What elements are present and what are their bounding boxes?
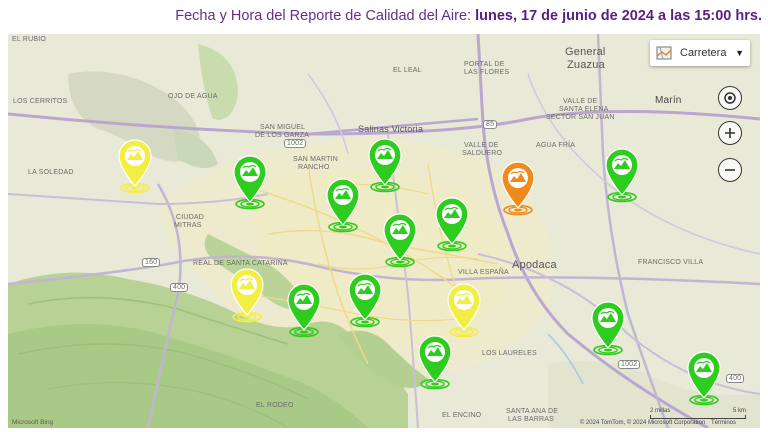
road-shield: 160 [142, 258, 161, 267]
place-label: VALLE DE [563, 98, 598, 105]
place-label: General [565, 46, 606, 58]
place-label: SAN MIGUEL [260, 124, 306, 131]
place-label: REAL DE SANTA CATARINA [193, 260, 288, 267]
place-label: SALDUERO [462, 150, 503, 157]
report-label: Fecha y Hora del Reporte de Calidad del … [175, 8, 476, 24]
station-marker-green[interactable] [230, 154, 270, 210]
place-label: LOS LAURELES [482, 350, 537, 357]
station-marker-green[interactable] [345, 272, 385, 328]
air-quality-map[interactable]: EL RUBIO General Zuazua Marín LOS CERRIT… [8, 34, 760, 428]
locate-icon [724, 92, 736, 104]
place-label: SAN MARTIN [293, 156, 339, 163]
zoom-in-button[interactable] [718, 121, 742, 145]
scale-miles: 2 millas [650, 408, 671, 414]
road-shield: 400 [726, 374, 745, 383]
station-marker-yellow[interactable] [444, 282, 484, 338]
station-marker-orange[interactable] [498, 160, 538, 216]
road-shield: 85 [483, 120, 498, 129]
place-label: FRANCISCO VILLA [638, 259, 704, 266]
place-label: DE LOS GARZA [255, 132, 310, 139]
map-copyright: © 2024 TomTom, © 2024 Microsoft Corporat… [580, 420, 736, 426]
report-datetime-line: Fecha y Hora del Reporte de Calidad del … [175, 8, 762, 24]
place-label: PORTAL DE [464, 61, 505, 68]
terms-link[interactable]: Términos [711, 420, 736, 426]
place-label: LOS CERRITOS [13, 98, 68, 105]
place-label: VILLA ESPAÑA [458, 269, 509, 276]
zoom-out-button[interactable] [718, 158, 742, 182]
minus-icon [725, 169, 735, 171]
map-scale: 2 millas 5 km [650, 408, 746, 419]
place-label: EL ENCINO [442, 412, 482, 419]
place-label: MITRAS [174, 222, 202, 229]
place-label: SECTOR SAN JUAN [546, 114, 615, 121]
place-label: Zuazua [567, 59, 605, 71]
station-marker-green[interactable] [415, 334, 455, 390]
place-label: Salinas Victoria [358, 124, 424, 134]
bing-logo: Microsoft Bing [12, 419, 54, 426]
map-style-selector[interactable]: Carretera ▼ [650, 40, 750, 66]
place-label: LAS FLORES [464, 69, 510, 76]
plus-icon [725, 128, 735, 138]
report-datetime: lunes, 17 de junio de 2024 a las 15:00 h… [475, 8, 762, 24]
place-label: SANTA ANA DE [506, 408, 559, 415]
station-marker-green[interactable] [684, 350, 724, 406]
place-label: LAS BARRAS [508, 416, 554, 423]
place-label: Marín [655, 95, 682, 106]
station-marker-yellow[interactable] [227, 267, 267, 323]
place-label: EL RODEO [256, 402, 294, 409]
report-header: Fecha y Hora del Reporte de Calidad del … [0, 0, 768, 34]
station-marker-green[interactable] [380, 212, 420, 268]
road-shield: 1002 [618, 360, 641, 369]
place-label: EL RUBIO [12, 36, 47, 43]
place-label: LA SOLEDAD [28, 169, 74, 176]
place-label: VALLE DE [464, 142, 499, 149]
locate-button[interactable] [718, 86, 742, 110]
scale-km: 5 km [732, 408, 746, 414]
place-label: SANTA ELENA [559, 106, 609, 113]
place-label: EL LEAL [393, 67, 422, 74]
place-label: AGUA FRÍA [536, 142, 576, 149]
station-marker-green[interactable] [432, 196, 472, 252]
station-marker-green[interactable] [323, 177, 363, 233]
chevron-down-icon: ▼ [735, 48, 744, 58]
place-label: OJO DE AGUA [168, 93, 218, 100]
station-marker-green[interactable] [284, 282, 324, 338]
place-label: RANCHO [298, 164, 330, 171]
place-label: CIUDAD [176, 214, 205, 221]
station-marker-green[interactable] [365, 137, 405, 193]
copyright-text: © 2024 TomTom, © 2024 Microsoft Corporat… [579, 420, 706, 426]
map-style-label: Carretera [680, 47, 727, 59]
road-shield: 1002 [284, 139, 307, 148]
station-marker-yellow[interactable] [115, 138, 155, 194]
station-marker-green[interactable] [588, 300, 628, 356]
road-shield: 400 [170, 283, 189, 292]
place-label: Apodaca [512, 259, 557, 271]
map-style-icon [656, 46, 672, 60]
station-marker-green[interactable] [602, 147, 642, 203]
